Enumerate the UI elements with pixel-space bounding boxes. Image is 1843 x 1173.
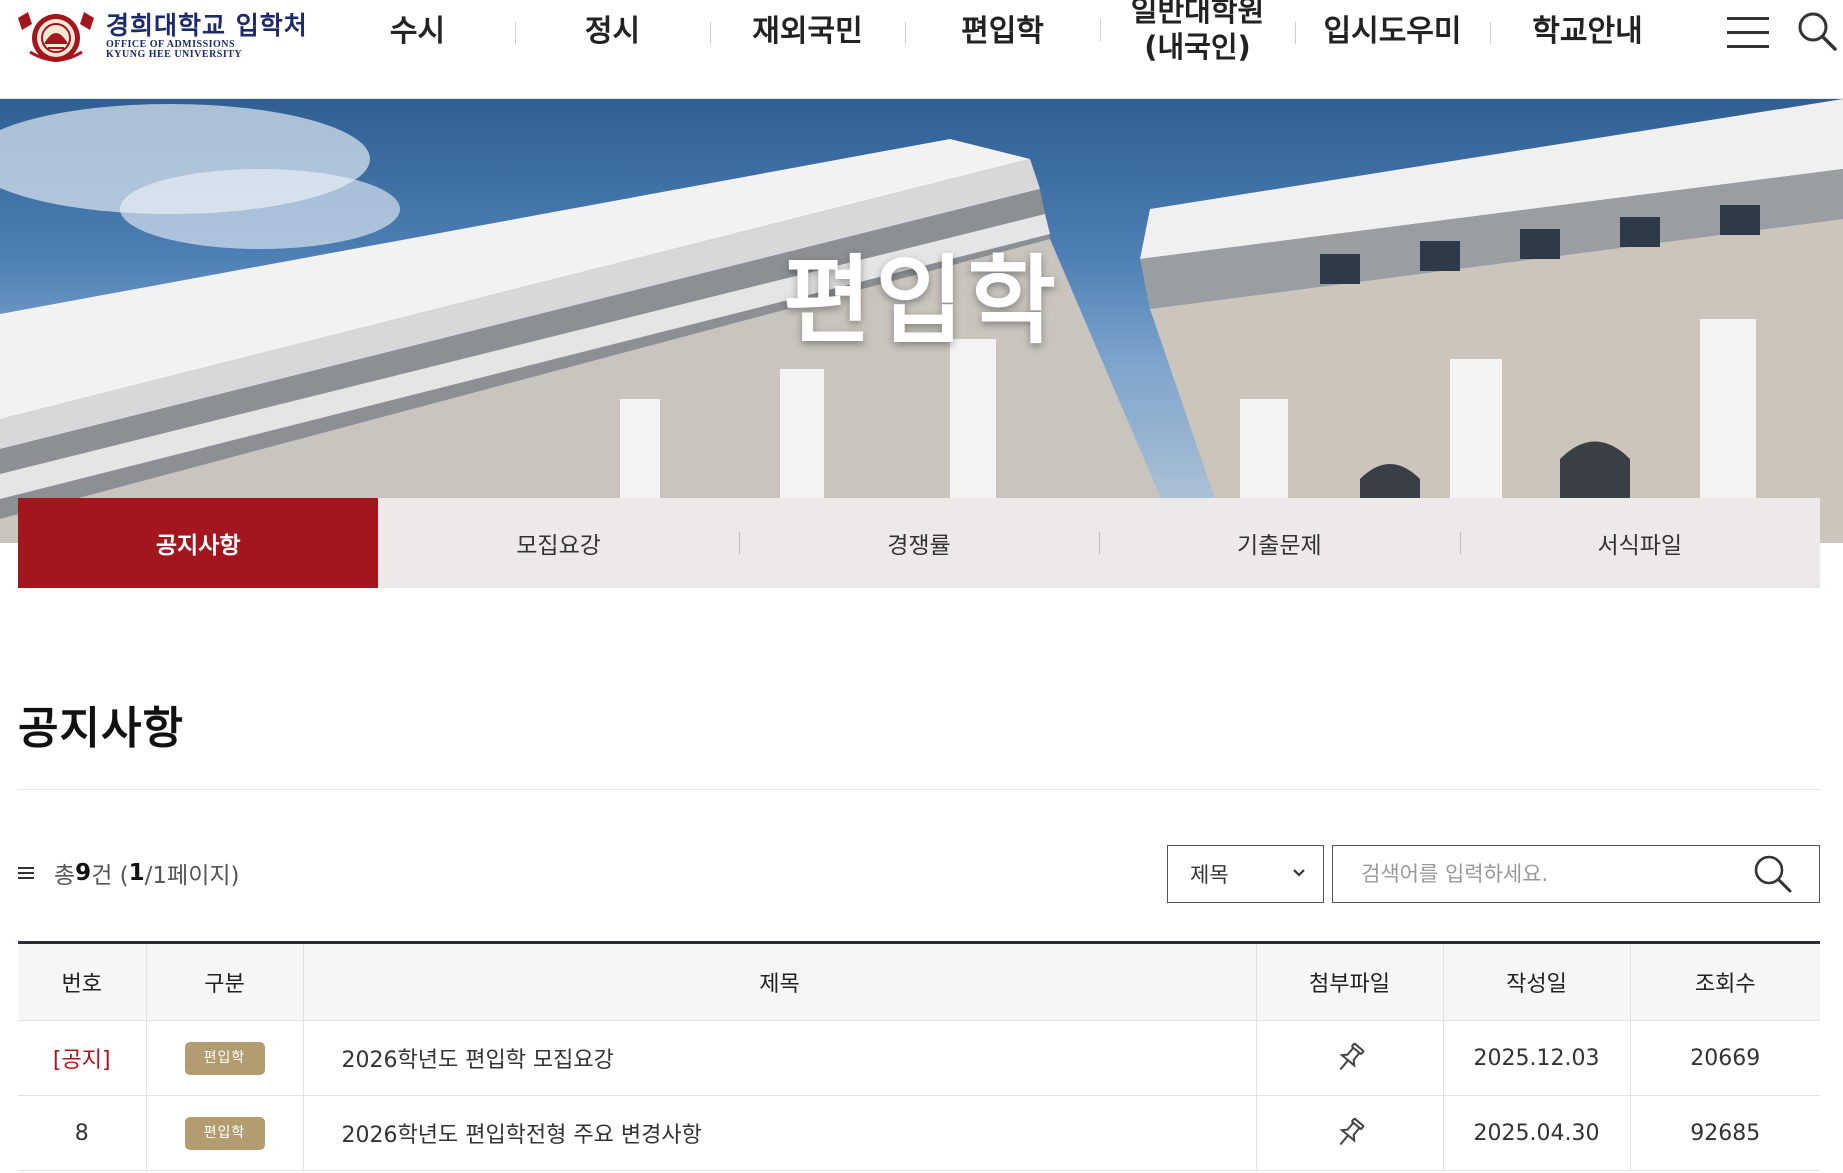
search-field-value: 제목 (1190, 863, 1229, 887)
row-date: 2025.12.03 (1442, 1020, 1630, 1096)
site-header: 경희대학교 입학처 OFFICE OF ADMISSIONS KYUNG HEE… (0, 0, 1843, 99)
row-category-cell: 편입학 (145, 1095, 303, 1171)
count-unit: 건 ( (91, 863, 129, 889)
category-badge: 편입학 (184, 1041, 265, 1075)
search-submit-icon[interactable] (1752, 853, 1794, 895)
search-input[interactable] (1332, 845, 1820, 903)
column-header-no: 번호 (18, 942, 146, 1021)
count-prefix: 총 (54, 863, 76, 889)
column-header-attachment: 첨부파일 (1255, 942, 1443, 1021)
tab-guidelines[interactable]: 모집요강 (378, 498, 738, 588)
nav-admission-helper[interactable]: 입시도우미 (1295, 0, 1490, 64)
page-title: 공지사항 (18, 703, 184, 754)
nav-susi[interactable]: 수시 (320, 0, 515, 64)
tab-competition-rate[interactable]: 경쟁률 (738, 498, 1099, 588)
university-logo[interactable]: 경희대학교 입학처 OFFICE OF ADMISSIONS KYUNG HEE… (16, 8, 308, 64)
list-icon (18, 864, 34, 882)
nav-graduate-line1: 일반대학원 (1130, 0, 1265, 28)
hamburger-icon[interactable] (1727, 17, 1769, 49)
count-total: 9 (75, 860, 92, 886)
logo-subtitle-line2: KYUNG HEE UNIVERSITY (106, 49, 243, 60)
table-row[interactable]: 8 편입학 2026학년도 편입학전형 주요 변경사항 2025.04.30 9… (18, 1095, 1820, 1171)
search-field-select[interactable]: 제목 (1167, 845, 1324, 903)
university-seal-icon (18, 12, 94, 62)
nav-school-info[interactable]: 학교안내 (1490, 0, 1685, 64)
sub-tab-menu: 공지사항 모집요강 경쟁률 기출문제 서식파일 (18, 498, 1820, 588)
row-attachment-cell (1255, 1020, 1443, 1096)
row-views: 92685 (1629, 1095, 1820, 1171)
search-icon[interactable] (1796, 10, 1838, 52)
nav-graduate-line2: (내국인) (1144, 30, 1251, 64)
nav-graduate-school[interactable]: 일반대학원 (내국인) (1100, 0, 1295, 64)
row-subject-link[interactable]: 2026학년도 편입학 모집요강 (302, 1020, 1256, 1096)
column-header-subject: 제목 (302, 942, 1256, 1021)
row-number: 8 (18, 1095, 146, 1171)
notice-table: 번호 구분 제목 첨부파일 작성일 조회수 [공지] 편입학 2026학년도 편… (18, 941, 1820, 1171)
pushpin-icon[interactable] (1332, 1115, 1368, 1151)
hero-banner: 편입학 (0, 99, 1843, 543)
row-views: 20669 (1629, 1020, 1820, 1096)
category-badge: 편입학 (184, 1116, 265, 1150)
column-header-category: 구분 (145, 942, 303, 1021)
table-row[interactable]: [공지] 편입학 2026학년도 편입학 모집요강 2025.12.03 206… (18, 1020, 1820, 1096)
logo-title: 경희대학교 입학처 (106, 11, 308, 40)
nav-transfer[interactable]: 편입학 (905, 0, 1100, 64)
tab-forms[interactable]: 서식파일 (1459, 498, 1820, 588)
row-attachment-cell (1255, 1095, 1443, 1171)
nav-jeongsi[interactable]: 정시 (515, 0, 710, 64)
chevron-down-icon (1293, 869, 1305, 877)
title-divider (18, 789, 1820, 790)
post-count: 총 9건 (1/1페이지) (18, 856, 240, 890)
pushpin-icon[interactable] (1332, 1040, 1368, 1076)
main-navigation: 수시 정시 재외국민 편입학 일반대학원 (내국인) 입시도우미 학교안내 (320, 0, 1685, 64)
row-number: [공지] (18, 1020, 146, 1096)
tab-past-exams[interactable]: 기출문제 (1099, 498, 1459, 588)
count-suffix: /1페이지) (144, 863, 240, 889)
tab-notices[interactable]: 공지사항 (18, 498, 379, 588)
row-category-cell: 편입학 (145, 1020, 303, 1096)
table-header-row: 번호 구분 제목 첨부파일 작성일 조회수 (18, 942, 1820, 1021)
row-subject-link[interactable]: 2026학년도 편입학전형 주요 변경사항 (302, 1095, 1256, 1171)
hero-title: 편입학 (783, 245, 1060, 357)
count-page: 1 (128, 860, 145, 886)
column-header-views: 조회수 (1629, 942, 1820, 1021)
row-date: 2025.04.30 (1442, 1095, 1630, 1171)
nav-overseas-korean[interactable]: 재외국민 (710, 0, 905, 64)
column-header-date: 작성일 (1442, 942, 1630, 1021)
nav-graduate-school-label: 일반대학원 (내국인) (1131, 0, 1264, 65)
